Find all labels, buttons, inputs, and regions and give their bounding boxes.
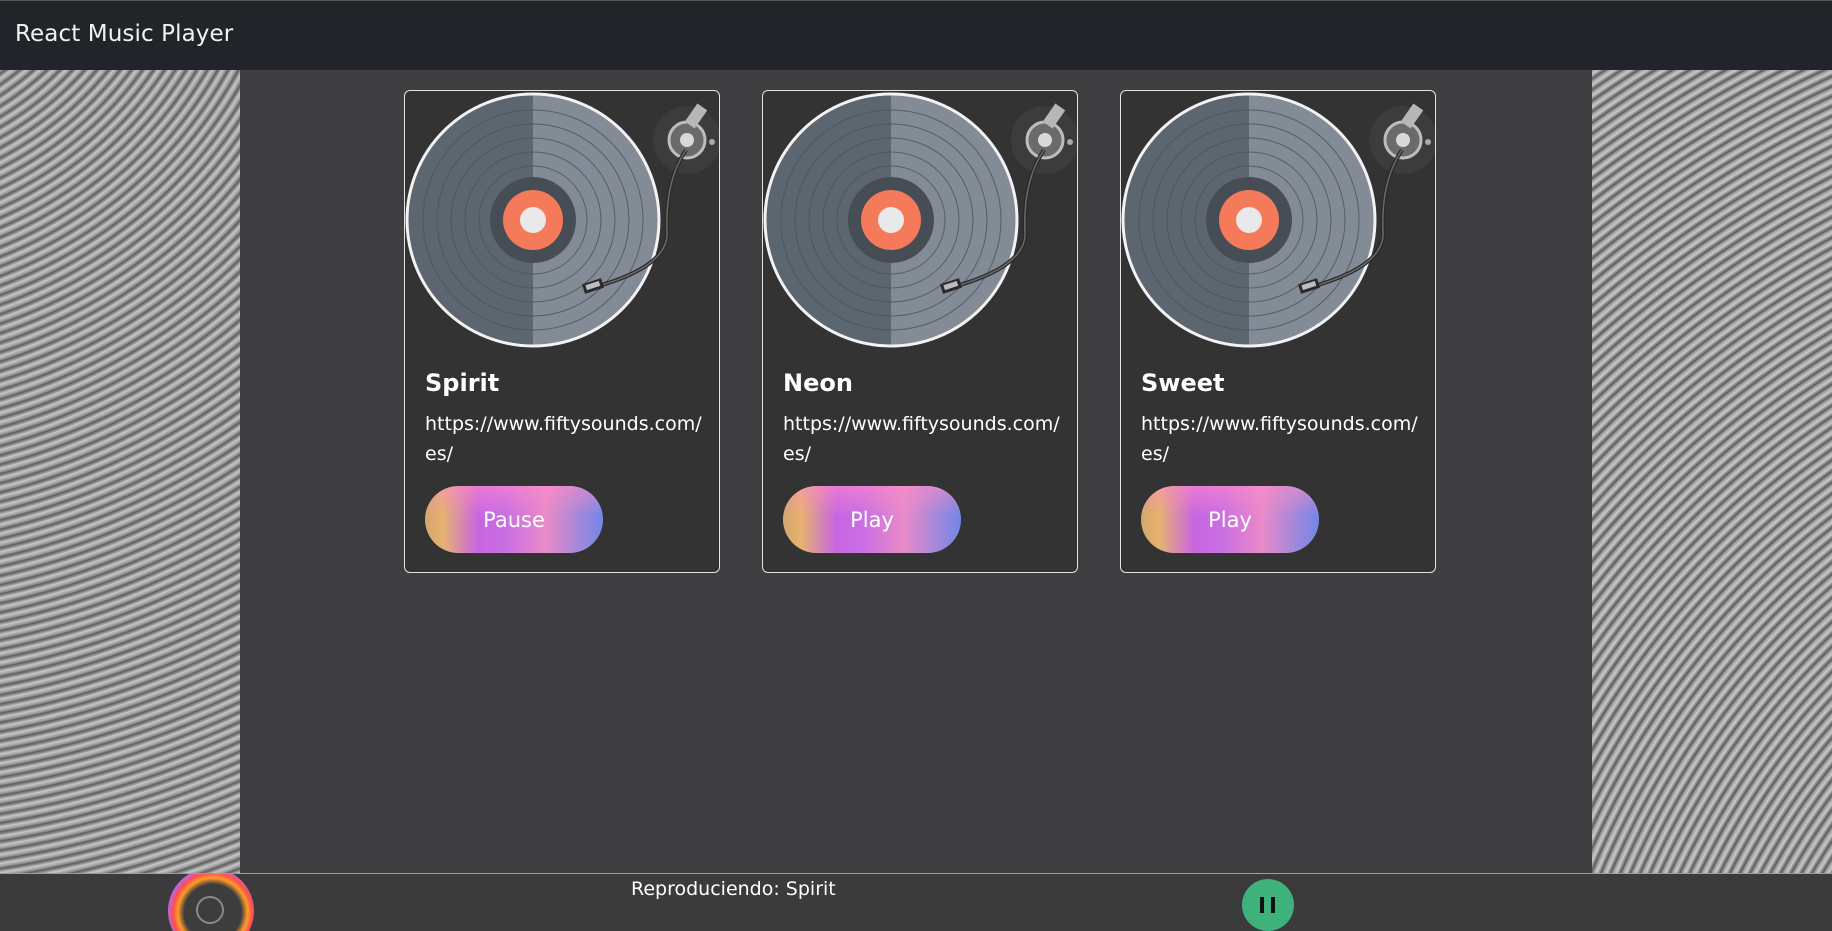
song-card: Spirit https://www.fiftysounds.com/es/ P…	[404, 90, 720, 573]
left-background-pattern	[0, 70, 240, 873]
right-background-pattern	[1592, 70, 1832, 873]
app-title[interactable]: React Music Player	[15, 21, 233, 47]
pause-button[interactable]: Pause	[425, 486, 603, 553]
song-source-link[interactable]: https://www.fiftysounds.com/es/	[783, 409, 1063, 469]
spinning-disc-icon	[168, 874, 254, 931]
turntable-vinyl-icon	[763, 92, 1077, 348]
song-source-link[interactable]: https://www.fiftysounds.com/es/	[425, 409, 705, 469]
song-title: Sweet	[1141, 369, 1225, 397]
song-card: Sweet https://www.fiftysounds.com/es/ Pl…	[1120, 90, 1436, 573]
turntable-vinyl-icon	[1121, 92, 1435, 348]
disc-center	[196, 896, 224, 924]
turntable-vinyl-icon	[405, 92, 719, 348]
now-playing-text: Reproduciendo: Spirit	[631, 878, 836, 900]
play-button[interactable]: Play	[783, 486, 961, 553]
song-source-link[interactable]: https://www.fiftysounds.com/es/	[1141, 409, 1421, 469]
pause-icon	[1260, 897, 1264, 913]
play-button[interactable]: Play	[1141, 486, 1319, 553]
player-pause-button[interactable]	[1242, 879, 1294, 931]
song-card: Neon https://www.fiftysounds.com/es/ Pla…	[762, 90, 1078, 573]
song-title: Neon	[783, 369, 853, 397]
navbar: React Music Player	[0, 0, 1832, 70]
player-bar: Reproduciendo: Spirit	[0, 873, 1832, 931]
pause-icon	[1271, 897, 1275, 913]
song-title: Spirit	[425, 369, 500, 397]
